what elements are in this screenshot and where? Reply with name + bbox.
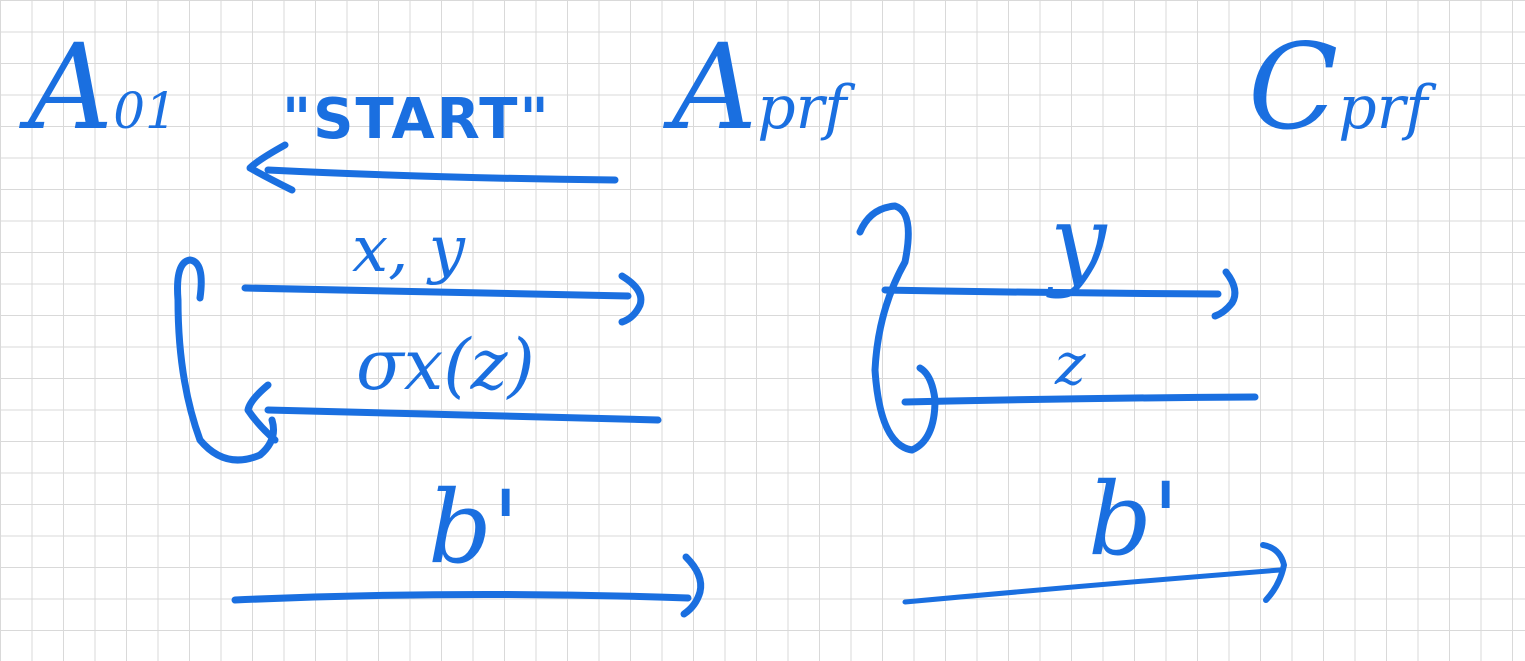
party-a01-subscript: 01	[113, 82, 177, 140]
party-aprf-subscript: prf	[757, 73, 847, 143]
left-output-label: b'	[428, 469, 520, 586]
party-cprf-subscript: prf	[1338, 73, 1428, 143]
right-loop	[856, 202, 939, 454]
start-label: "START"	[282, 87, 551, 152]
right-output-label: b'	[1088, 461, 1180, 578]
reply-sigma-label: σx(z)	[356, 324, 535, 406]
left-b-arrow	[231, 590, 692, 604]
notebook-canvas: A01 Aprf Cprf "START" x, y σx(z) b' y z …	[0, 0, 1525, 661]
sigma-arrow	[264, 406, 662, 424]
start-arrow	[264, 166, 619, 184]
party-a01-letter: A	[28, 18, 114, 156]
reply-z-label: z	[1055, 330, 1086, 398]
xy-arrow	[241, 284, 632, 300]
query-xy-label: x, y	[352, 213, 465, 287]
query-y-label: y	[1050, 183, 1107, 300]
party-cprf-letter: C	[1248, 18, 1339, 156]
party-aprf-letter: A	[672, 18, 758, 156]
party-a01: A01	[28, 28, 177, 146]
party-aprf: Aprf	[672, 28, 847, 146]
left-b-arrowhead	[680, 553, 705, 618]
party-cprf: Cprf	[1248, 28, 1428, 146]
